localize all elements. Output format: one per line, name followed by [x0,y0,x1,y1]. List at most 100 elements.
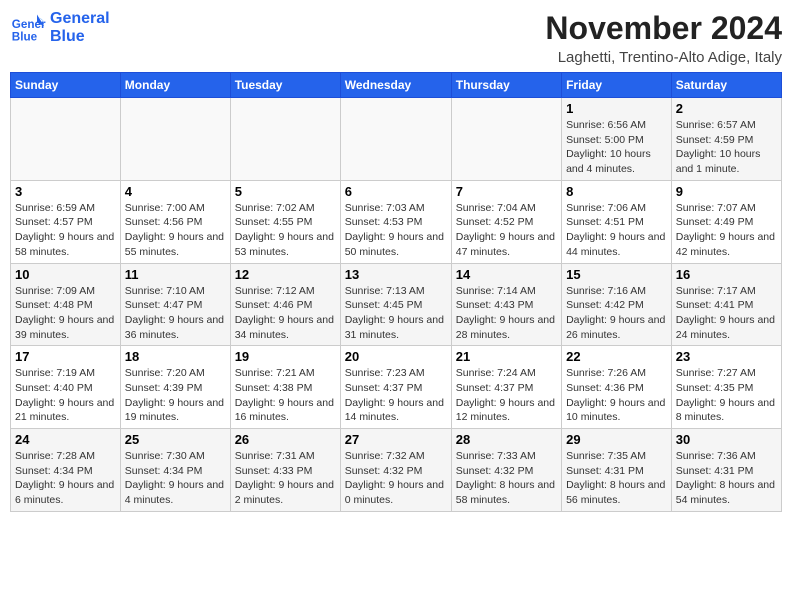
day-info: Sunrise: 7:10 AM Sunset: 4:47 PM Dayligh… [125,284,226,343]
day-number: 21 [456,349,557,364]
header: General Blue General Blue November 2024 … [10,10,782,66]
day-cell: 14 Sunrise: 7:14 AM Sunset: 4:43 PM Dayli… [451,263,561,346]
day-cell [120,98,230,181]
day-cell: 19Sunrise: 7:21 AM Sunset: 4:38 PM Dayli… [230,346,340,429]
day-cell: 27 Sunrise: 7:32 AM Sunset: 4:32 PM Dayli… [340,429,451,512]
week-row-5: 24 Sunrise: 7:28 AM Sunset: 4:34 PM Dayli… [11,429,782,512]
day-info: Sunrise: 7:35 AM Sunset: 4:31 PM Dayligh… [566,449,667,508]
day-number: 15 [566,267,667,282]
day-info: Sunrise: 6:56 AM Sunset: 5:00 PM Dayligh… [566,118,667,177]
day-number: 27 [345,432,447,447]
day-number: 24 [15,432,116,447]
logo: General Blue General Blue [10,10,110,46]
day-number: 8 [566,184,667,199]
header-day-tuesday: Tuesday [230,73,340,98]
day-cell: 11 Sunrise: 7:10 AM Sunset: 4:47 PM Dayli… [120,263,230,346]
day-info: Sunrise: 7:12 AM Sunset: 4:46 PM Dayligh… [235,284,336,343]
day-number: 22 [566,349,667,364]
header-day-wednesday: Wednesday [340,73,451,98]
day-cell [230,98,340,181]
day-number: 13 [345,267,447,282]
day-number: 29 [566,432,667,447]
day-number: 25 [125,432,226,447]
week-row-3: 10 Sunrise: 7:09 AM Sunset: 4:48 PM Dayli… [11,263,782,346]
calendar: SundayMondayTuesdayWednesdayThursdayFrid… [10,72,782,512]
week-row-1: 1 Sunrise: 6:56 AM Sunset: 5:00 PM Daylig… [11,98,782,181]
week-row-2: 3 Sunrise: 6:59 AM Sunset: 4:57 PM Daylig… [11,180,782,263]
day-number: 7 [456,184,557,199]
day-number: 23 [676,349,777,364]
day-number: 11 [125,267,226,282]
day-number: 18 [125,349,226,364]
logo-icon: General Blue [10,10,46,46]
day-info: Sunrise: 7:16 AM Sunset: 4:42 PM Dayligh… [566,284,667,343]
day-cell [340,98,451,181]
day-info: Sunrise: 7:20 AM Sunset: 4:39 PM Dayligh… [125,366,226,425]
day-info: Sunrise: 7:02 AM Sunset: 4:55 PM Dayligh… [235,201,336,260]
day-cell: 13 Sunrise: 7:13 AM Sunset: 4:45 PM Dayli… [340,263,451,346]
header-day-thursday: Thursday [451,73,561,98]
day-cell: 2 Sunrise: 6:57 AM Sunset: 4:59 PM Daylig… [671,98,781,181]
day-info: Sunrise: 7:06 AM Sunset: 4:51 PM Dayligh… [566,201,667,260]
day-number: 12 [235,267,336,282]
day-info: Sunrise: 7:32 AM Sunset: 4:32 PM Dayligh… [345,449,447,508]
month-title: November 2024 [545,10,782,47]
day-cell: 1 Sunrise: 6:56 AM Sunset: 5:00 PM Daylig… [562,98,672,181]
day-cell: 22 Sunrise: 7:26 AM Sunset: 4:36 PM Dayli… [562,346,672,429]
header-day-monday: Monday [120,73,230,98]
day-number: 28 [456,432,557,447]
day-info: Sunrise: 7:13 AM Sunset: 4:45 PM Dayligh… [345,284,447,343]
day-cell: 5 Sunrise: 7:02 AM Sunset: 4:55 PM Daylig… [230,180,340,263]
day-number: 2 [676,101,777,116]
day-cell: 10 Sunrise: 7:09 AM Sunset: 4:48 PM Dayli… [11,263,121,346]
day-number: 30 [676,432,777,447]
day-cell: 30 Sunrise: 7:36 AM Sunset: 4:31 PM Dayli… [671,429,781,512]
day-cell: 29 Sunrise: 7:35 AM Sunset: 4:31 PM Dayli… [562,429,672,512]
day-cell: 16Sunrise: 7:17 AM Sunset: 4:41 PM Dayli… [671,263,781,346]
day-cell: 17Sunrise: 7:19 AM Sunset: 4:40 PM Dayli… [11,346,121,429]
day-cell: 3 Sunrise: 6:59 AM Sunset: 4:57 PM Daylig… [11,180,121,263]
day-cell: 7Sunrise: 7:04 AM Sunset: 4:52 PM Daylig… [451,180,561,263]
day-info: Sunrise: 7:31 AM Sunset: 4:33 PM Dayligh… [235,449,336,508]
header-day-saturday: Saturday [671,73,781,98]
day-info: Sunrise: 7:17 AM Sunset: 4:41 PM Dayligh… [676,284,777,343]
day-info: Sunrise: 7:14 AM Sunset: 4:43 PM Dayligh… [456,284,557,343]
day-info: Sunrise: 7:07 AM Sunset: 4:49 PM Dayligh… [676,201,777,260]
day-cell: 9 Sunrise: 7:07 AM Sunset: 4:49 PM Daylig… [671,180,781,263]
day-number: 10 [15,267,116,282]
day-number: 6 [345,184,447,199]
day-info: Sunrise: 7:36 AM Sunset: 4:31 PM Dayligh… [676,449,777,508]
day-cell: 8 Sunrise: 7:06 AM Sunset: 4:51 PM Daylig… [562,180,672,263]
header-row: SundayMondayTuesdayWednesdayThursdayFrid… [11,73,782,98]
header-day-sunday: Sunday [11,73,121,98]
day-number: 14 [456,267,557,282]
day-cell: 26Sunrise: 7:31 AM Sunset: 4:33 PM Dayli… [230,429,340,512]
title-area: November 2024 Laghetti, Trentino-Alto Ad… [545,10,782,66]
day-cell: 28Sunrise: 7:33 AM Sunset: 4:32 PM Dayli… [451,429,561,512]
day-info: Sunrise: 7:03 AM Sunset: 4:53 PM Dayligh… [345,201,447,260]
day-cell: 12 Sunrise: 7:12 AM Sunset: 4:46 PM Dayli… [230,263,340,346]
day-info: Sunrise: 7:30 AM Sunset: 4:34 PM Dayligh… [125,449,226,508]
calendar-body: 1 Sunrise: 6:56 AM Sunset: 5:00 PM Daylig… [11,98,782,512]
location-title: Laghetti, Trentino-Alto Adige, Italy [545,49,782,66]
day-cell: 24 Sunrise: 7:28 AM Sunset: 4:34 PM Dayli… [11,429,121,512]
day-info: Sunrise: 7:09 AM Sunset: 4:48 PM Dayligh… [15,284,116,343]
day-cell: 21 Sunrise: 7:24 AM Sunset: 4:37 PM Dayli… [451,346,561,429]
day-info: Sunrise: 7:26 AM Sunset: 4:36 PM Dayligh… [566,366,667,425]
day-cell: 25 Sunrise: 7:30 AM Sunset: 4:34 PM Dayli… [120,429,230,512]
day-info: Sunrise: 7:28 AM Sunset: 4:34 PM Dayligh… [15,449,116,508]
day-number: 3 [15,184,116,199]
day-number: 9 [676,184,777,199]
day-info: Sunrise: 7:24 AM Sunset: 4:37 PM Dayligh… [456,366,557,425]
day-info: Sunrise: 6:57 AM Sunset: 4:59 PM Dayligh… [676,118,777,177]
day-number: 1 [566,101,667,116]
week-row-4: 17Sunrise: 7:19 AM Sunset: 4:40 PM Dayli… [11,346,782,429]
day-number: 17 [15,349,116,364]
day-info: Sunrise: 6:59 AM Sunset: 4:57 PM Dayligh… [15,201,116,260]
day-cell: 20Sunrise: 7:23 AM Sunset: 4:37 PM Dayli… [340,346,451,429]
day-number: 5 [235,184,336,199]
day-cell: 6 Sunrise: 7:03 AM Sunset: 4:53 PM Daylig… [340,180,451,263]
day-info: Sunrise: 7:00 AM Sunset: 4:56 PM Dayligh… [125,201,226,260]
day-number: 20 [345,349,447,364]
day-cell: 15 Sunrise: 7:16 AM Sunset: 4:42 PM Dayli… [562,263,672,346]
